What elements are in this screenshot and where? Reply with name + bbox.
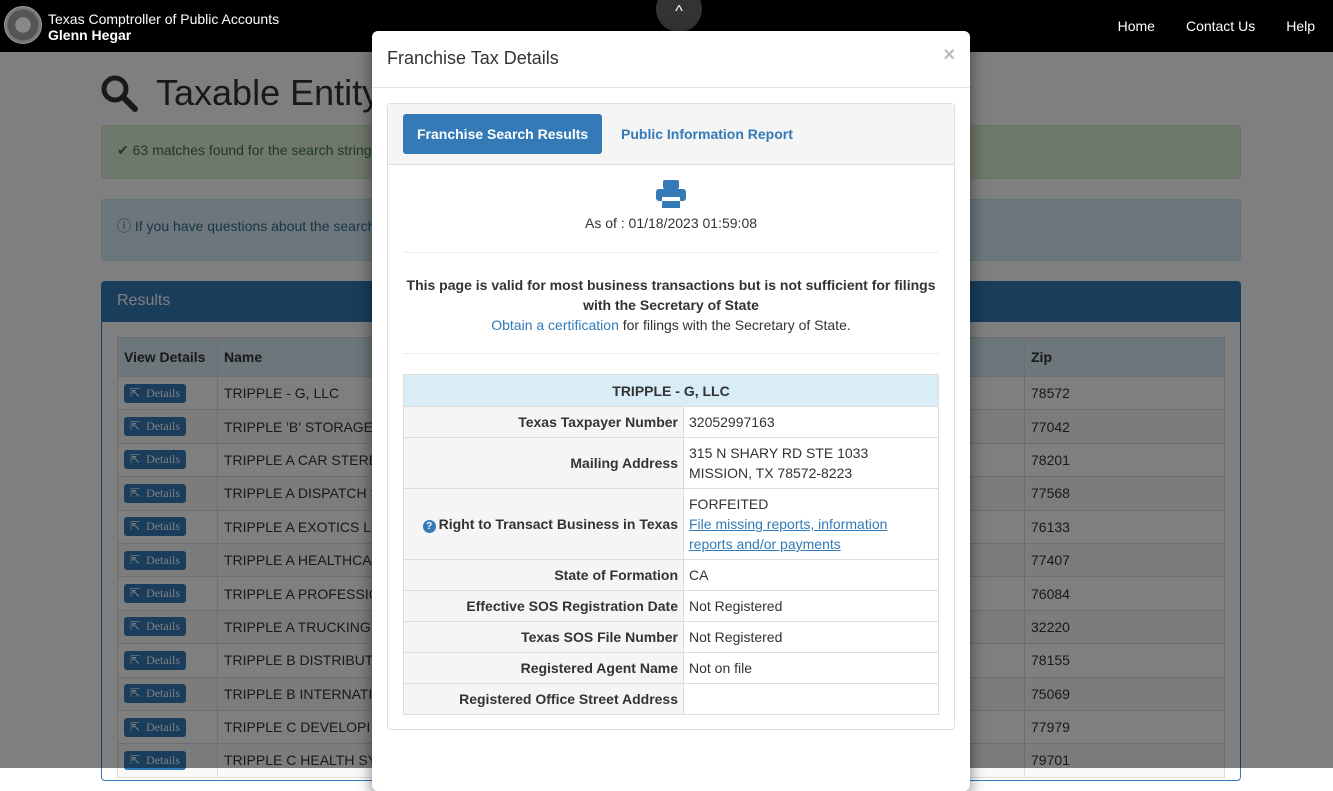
registered-office-address — [683, 683, 939, 715]
taxpayer-number: 32052997163 — [683, 406, 939, 438]
registered-agent: Not on file — [683, 652, 939, 684]
nav-contact-us[interactable]: Contact Us — [1186, 18, 1255, 34]
entity-name: TRIPPLE - G, LLC — [403, 374, 939, 407]
file-missing-reports-link[interactable]: File missing reports, information report… — [689, 516, 887, 552]
mailing-address: 315 N SHARY RD STE 1033 MISSION, TX 78572… — [683, 437, 939, 489]
tab-franchise-search-results[interactable]: Franchise Search Results — [403, 114, 603, 154]
close-button[interactable]: × — [943, 44, 955, 67]
as-of-timestamp: As of : 01/18/2023 01:59:08 — [584, 215, 758, 231]
sos-file-number: Not Registered — [683, 621, 939, 653]
obtain-certification-link[interactable]: Obtain a certification — [491, 317, 619, 333]
divider — [372, 87, 970, 88]
texas-seal-logo — [4, 6, 42, 44]
details-panel: Franchise Search Results Public Informat… — [387, 103, 955, 730]
divider — [403, 252, 939, 253]
printer-icon[interactable] — [656, 180, 686, 208]
nav-help[interactable]: Help — [1286, 18, 1315, 34]
chevron-up-icon[interactable]: ^ — [656, 0, 702, 32]
agency-name[interactable]: Texas Comptroller of Public Accounts Glen… — [48, 11, 279, 43]
right-to-transact: FORFEITED File missing reports, informati… — [683, 488, 939, 560]
divider — [403, 353, 939, 354]
entity-details-table: TRIPPLE - G, LLC Texas Taxpayer Number 32… — [403, 374, 939, 715]
nav-home[interactable]: Home — [1118, 18, 1155, 34]
notice: This page is valid for most business tra… — [406, 277, 936, 333]
state-of-formation: CA — [683, 559, 939, 591]
top-nav: Home Contact Us Help — [1118, 18, 1315, 34]
sos-registration-date: Not Registered — [683, 590, 939, 622]
question-circle-icon[interactable]: ? — [422, 520, 436, 533]
modal-title: Franchise Tax Details — [387, 48, 559, 68]
franchise-tax-modal: Franchise Tax Details × Franchise Search… — [372, 31, 970, 791]
tab-bar: Franchise Search Results Public Informat… — [388, 104, 954, 165]
tab-public-information-report[interactable]: Public Information Report — [621, 126, 793, 142]
